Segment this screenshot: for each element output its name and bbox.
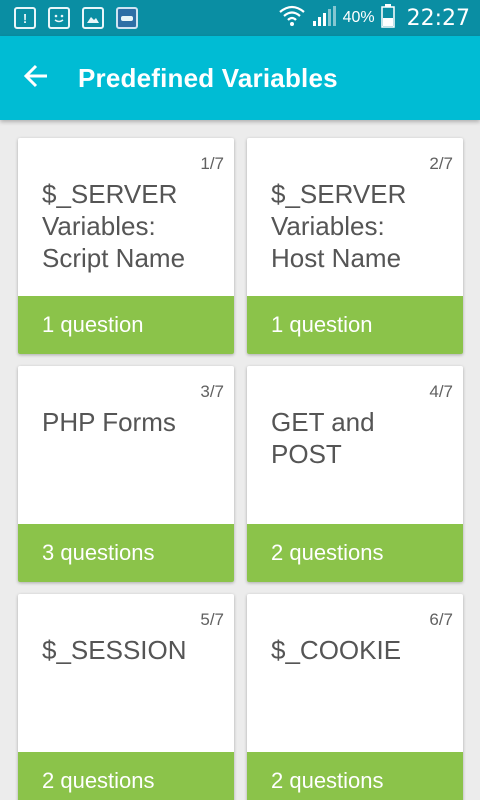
face-icon	[48, 7, 70, 29]
alert-icon: !	[14, 7, 36, 29]
card-question-count: 2 questions	[247, 752, 463, 800]
card-counter: 4/7	[429, 382, 453, 401]
card-title: $_SERVER Variables: Script Name	[42, 179, 186, 273]
card-question-count: 2 questions	[18, 752, 234, 800]
wifi-icon	[278, 5, 305, 32]
battery-icon	[380, 3, 395, 33]
topic-card[interactable]: 6/7 $_COOKIE 2 questions	[247, 594, 463, 800]
card-counter: 6/7	[429, 610, 453, 629]
card-counter: 1/7	[200, 154, 224, 173]
arrow-left-icon	[23, 63, 49, 94]
card-title: $_SESSION	[42, 635, 187, 665]
image-icon	[82, 7, 104, 29]
card-question-count: 1 question	[18, 296, 234, 354]
card-title: GET and POST	[271, 407, 375, 469]
clock: 22:27	[406, 5, 470, 31]
card-counter: 5/7	[200, 610, 224, 629]
topic-card[interactable]: 5/7 $_SESSION 2 questions	[18, 594, 234, 800]
topic-card[interactable]: 2/7 $_SERVER Variables: Host Name 1 ques…	[247, 138, 463, 354]
card-counter: 3/7	[200, 382, 224, 401]
card-title: $_COOKIE	[271, 635, 402, 665]
card-question-count: 3 questions	[18, 524, 234, 582]
card-title: $_SERVER Variables: Host Name	[271, 179, 407, 273]
battery-percent: 40%	[342, 9, 375, 26]
notification-icons: !	[14, 7, 138, 29]
back-button[interactable]	[0, 36, 72, 120]
card-question-count: 1 question	[247, 296, 463, 354]
page-title: Predefined Variables	[78, 62, 338, 93]
topic-card[interactable]: 3/7 PHP Forms 3 questions	[18, 366, 234, 582]
topic-card[interactable]: 4/7 GET and POST 2 questions	[247, 366, 463, 582]
card-question-count: 2 questions	[247, 524, 463, 582]
status-bar: ! 40% 22:27	[0, 0, 480, 36]
card-title: PHP Forms	[42, 407, 176, 437]
app-icon	[116, 7, 138, 29]
topic-card[interactable]: 1/7 $_SERVER Variables: Script Name 1 qu…	[18, 138, 234, 354]
system-status: 40% 22:27	[278, 3, 470, 33]
topic-grid: 1/7 $_SERVER Variables: Script Name 1 qu…	[18, 138, 463, 800]
signal-icon	[311, 5, 337, 32]
card-counter: 2/7	[429, 154, 453, 173]
app-bar: Predefined Variables	[0, 36, 480, 120]
